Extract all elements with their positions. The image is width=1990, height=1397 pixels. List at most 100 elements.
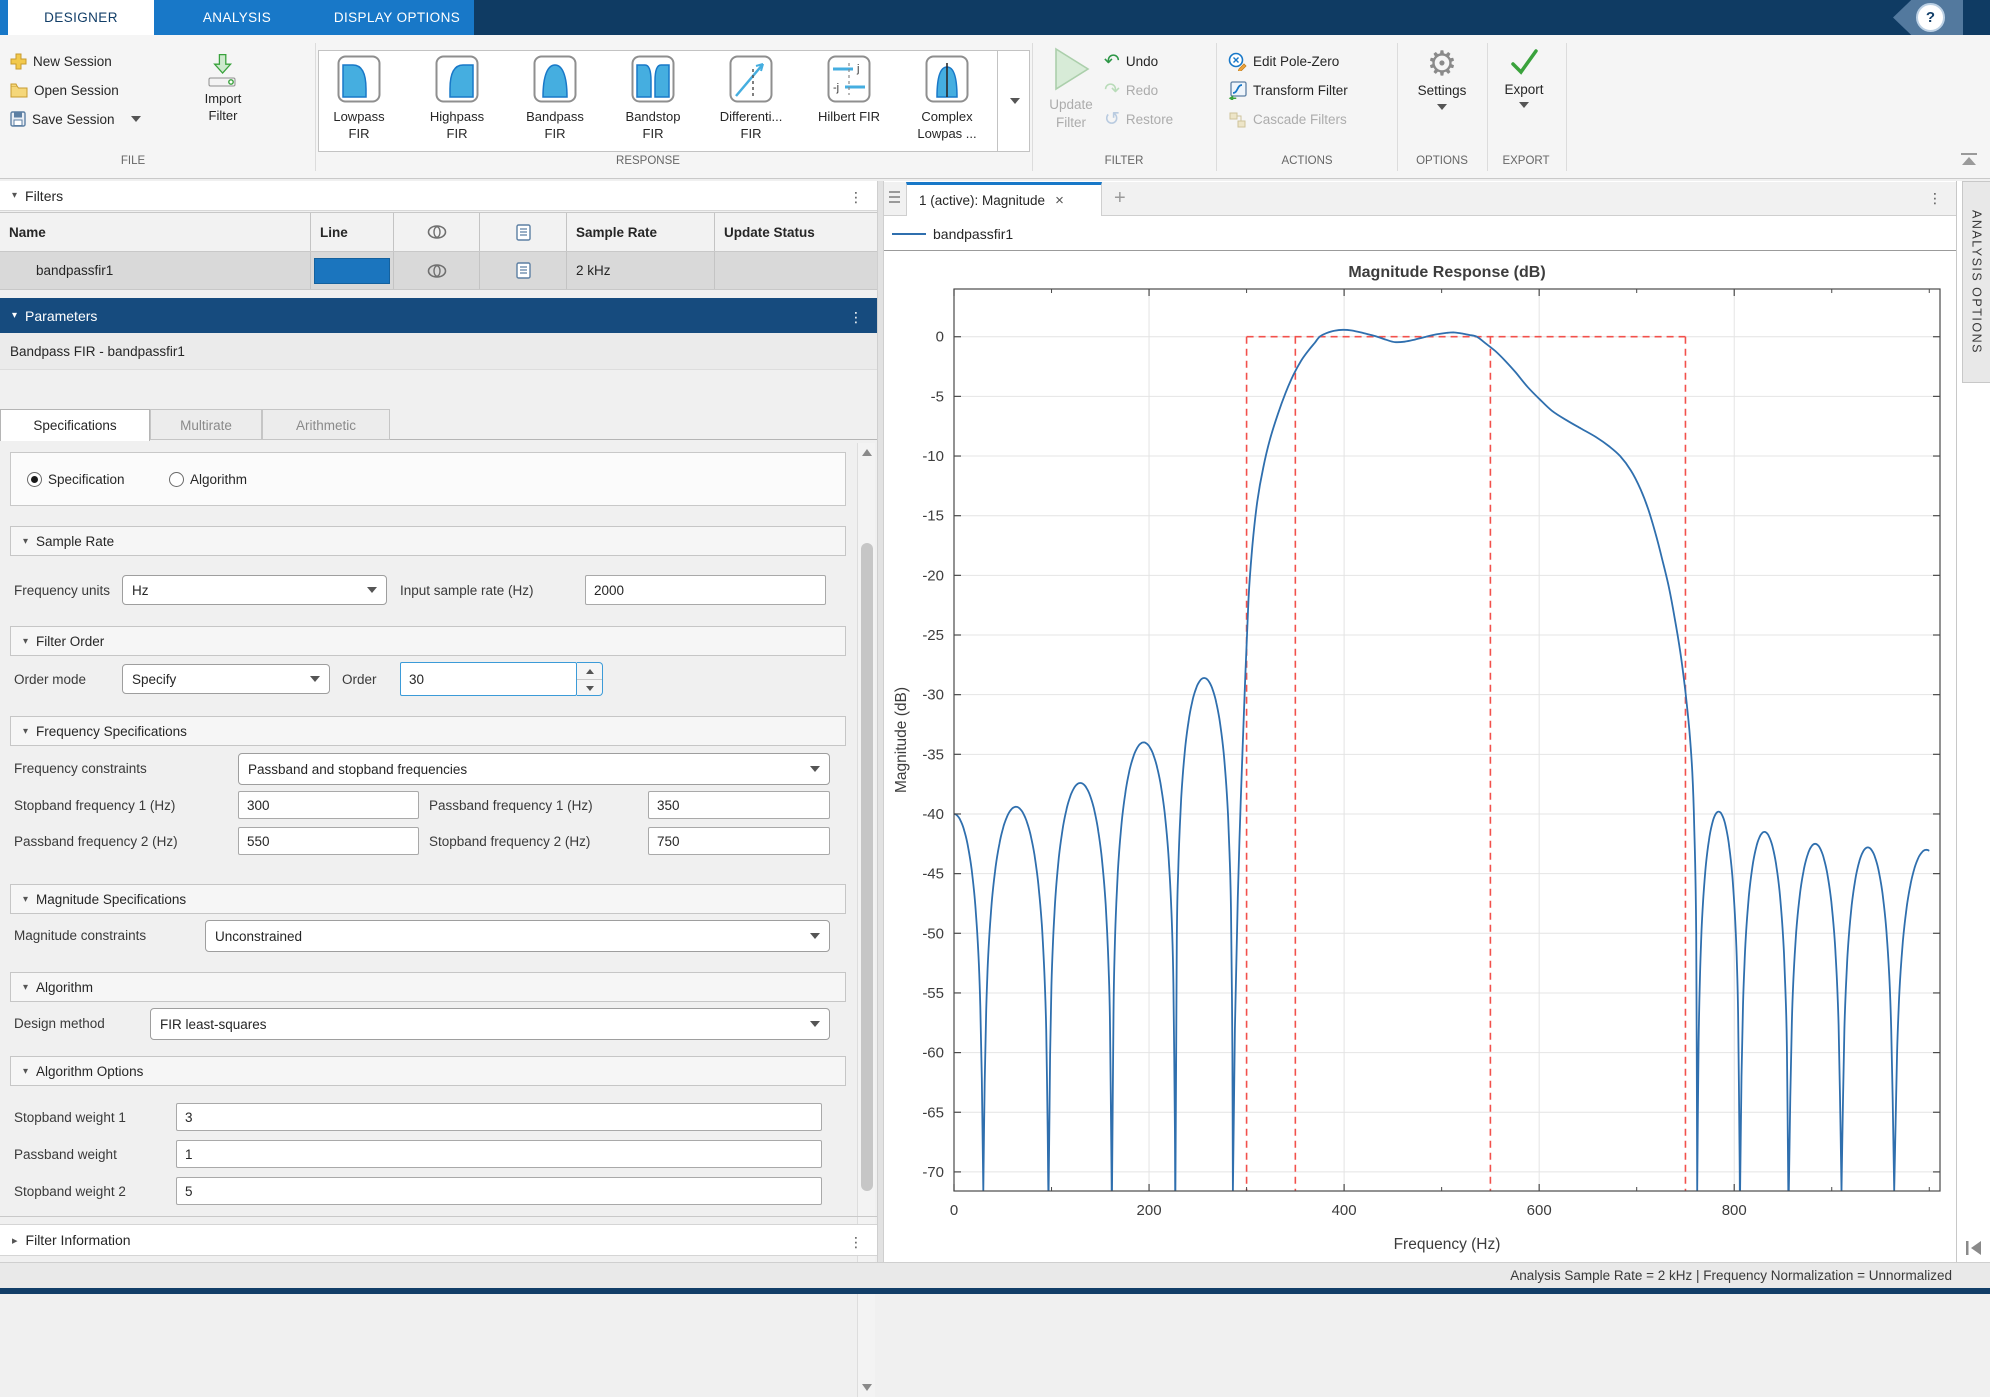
col-sample-rate[interactable]: Sample Rate bbox=[567, 213, 715, 251]
line-color-cell[interactable] bbox=[311, 252, 394, 289]
transform-filter-button[interactable]: Transform Filter bbox=[1228, 80, 1348, 100]
response-bandstop-fir[interactable]: BandstopFIR bbox=[605, 55, 701, 142]
plot-legend[interactable]: bandpassfir1 bbox=[892, 219, 1013, 249]
radio-algorithm[interactable]: Algorithm bbox=[169, 453, 247, 505]
collapse-left-icon[interactable] bbox=[1964, 1239, 1984, 1257]
close-tab-icon[interactable]: × bbox=[1055, 192, 1064, 209]
magnitude-tab[interactable]: 1 (active): Magnitude × bbox=[906, 182, 1102, 216]
collapse-icon: ▾ bbox=[23, 636, 28, 647]
scrollbar-thumb[interactable] bbox=[861, 543, 873, 1191]
svg-text:-65: -65 bbox=[922, 1104, 944, 1121]
tab-display-options[interactable]: DISPLAY OPTIONS bbox=[320, 0, 474, 35]
section-sample-rate[interactable]: ▾ Sample Rate bbox=[10, 526, 846, 556]
stepper-up-button[interactable] bbox=[577, 663, 602, 680]
filter-information-bar[interactable]: ▸ Filter Information ⋮ bbox=[0, 1224, 877, 1256]
radio-specification-icon[interactable] bbox=[27, 472, 42, 487]
parameters-menu-button[interactable]: ⋮ bbox=[849, 313, 859, 318]
stopband2-field[interactable]: 750 bbox=[648, 827, 830, 855]
export-button[interactable]: Export bbox=[1492, 45, 1556, 108]
response-highpass-fir[interactable]: HighpassFIR bbox=[409, 55, 505, 142]
up-arrow-icon bbox=[586, 669, 594, 674]
stopband-weight2-field[interactable]: 5 bbox=[176, 1177, 822, 1205]
collapse-ribbon-button[interactable] bbox=[1958, 153, 1980, 165]
response-complex-lowpass[interactable]: ComplexLowpas ... bbox=[899, 55, 995, 142]
cascade-filters-button[interactable]: Cascade Filters bbox=[1228, 109, 1347, 129]
order-stepper[interactable] bbox=[577, 662, 603, 696]
order-field[interactable]: 30 bbox=[400, 662, 577, 696]
analysis-options-tab[interactable]: ANALYSIS OPTIONS bbox=[1962, 181, 1990, 383]
filters-menu-button[interactable]: ⋮ bbox=[849, 193, 859, 198]
settings-button[interactable]: ⚙ Settings bbox=[1405, 45, 1479, 110]
save-session-caret[interactable] bbox=[131, 116, 141, 122]
passband-weight-field[interactable]: 1 bbox=[176, 1140, 822, 1168]
response-bandpass-fir[interactable]: BandpassFIR bbox=[507, 55, 603, 142]
line-color-swatch[interactable] bbox=[314, 258, 390, 284]
section-frequency-specifications[interactable]: ▾ Frequency Specifications bbox=[10, 716, 846, 746]
input-sample-rate-field[interactable]: 2000 bbox=[585, 575, 826, 605]
col-line[interactable]: Line bbox=[311, 213, 394, 251]
scroll-down-icon[interactable] bbox=[862, 1384, 872, 1391]
response-hilbert-fir[interactable]: j-j Hilbert FIR bbox=[801, 55, 897, 125]
save-session-button[interactable]: Save Session bbox=[10, 109, 141, 129]
visibility-cell[interactable] bbox=[394, 252, 480, 289]
scroll-up-icon[interactable] bbox=[862, 449, 872, 456]
filters-panel-header[interactable]: ▾ Filters ⋮ bbox=[0, 181, 877, 211]
response-differentiator-fir[interactable]: Differenti...FIR bbox=[703, 55, 799, 142]
new-session-button[interactable]: New Session bbox=[10, 51, 112, 71]
filter-row-bandpassfir1[interactable]: bandpassfir1 2 kHz bbox=[0, 252, 877, 290]
expand-filter-information-icon[interactable]: ▸ bbox=[12, 1234, 18, 1247]
undo-button[interactable]: ↶ Undo bbox=[1104, 51, 1158, 71]
frequency-constraints-label: Frequency constraints bbox=[14, 753, 147, 783]
stopband1-field[interactable]: 300 bbox=[238, 791, 419, 819]
tab-analysis[interactable]: ANALYSIS bbox=[154, 0, 320, 35]
panel-grip-icon[interactable] bbox=[889, 191, 900, 203]
passband1-label: Passband frequency 1 (Hz) bbox=[429, 791, 593, 819]
tab-arithmetic[interactable]: Arithmetic bbox=[262, 409, 390, 440]
passband1-field[interactable]: 350 bbox=[648, 791, 830, 819]
response-curve[interactable] bbox=[954, 330, 1929, 1217]
update-filter-icon bbox=[1050, 45, 1092, 93]
collapse-parameters-icon[interactable]: ▾ bbox=[12, 310, 17, 321]
panel-splitter[interactable] bbox=[877, 181, 884, 1262]
parameters-tabbar: Specifications Multirate Arithmetic bbox=[0, 409, 877, 440]
add-view-button[interactable]: + bbox=[1114, 187, 1126, 210]
section-algorithm-options[interactable]: ▾ Algorithm Options bbox=[10, 1056, 846, 1086]
stepper-down-button[interactable] bbox=[577, 680, 602, 696]
tab-specifications[interactable]: Specifications bbox=[0, 409, 150, 441]
response-lowpass-fir[interactable]: LowpassFIR bbox=[311, 55, 407, 142]
tab-multirate[interactable]: Multirate bbox=[150, 409, 262, 440]
update-filter-button[interactable]: UpdateFilter bbox=[1044, 45, 1098, 132]
info-cell[interactable] bbox=[480, 252, 567, 289]
col-update-status[interactable]: Update Status bbox=[715, 213, 877, 251]
open-session-button[interactable]: Open Session bbox=[10, 80, 119, 100]
svg-text:800: 800 bbox=[1722, 1202, 1747, 1219]
section-filter-order[interactable]: ▾ Filter Order bbox=[10, 626, 846, 656]
col-visible[interactable] bbox=[394, 213, 480, 251]
import-filter-button[interactable]: ImportFilter bbox=[200, 53, 246, 124]
parameters-panel-header[interactable]: ▾ Parameters ⋮ bbox=[0, 298, 877, 333]
restore-button[interactable]: ↺ Restore bbox=[1104, 109, 1173, 129]
dropdown-caret bbox=[810, 933, 820, 939]
radio-algorithm-icon[interactable] bbox=[169, 472, 184, 487]
frequency-constraints-dropdown[interactable]: Passband and stopband frequencies bbox=[238, 753, 830, 785]
redo-button[interactable]: ↷ Redo bbox=[1104, 80, 1158, 100]
magnitude-response-chart[interactable]: 02004006008000-5-10-15-20-25-30-35-40-45… bbox=[884, 251, 1956, 1262]
response-gallery-expand[interactable] bbox=[997, 51, 1031, 151]
filter-information-menu[interactable]: ⋮ bbox=[849, 1238, 859, 1243]
frequency-units-dropdown[interactable]: Hz bbox=[122, 575, 387, 605]
section-magnitude-specifications[interactable]: ▾ Magnitude Specifications bbox=[10, 884, 846, 914]
col-info[interactable] bbox=[480, 213, 567, 251]
radio-specification[interactable]: Specification bbox=[27, 453, 125, 505]
col-name[interactable]: Name bbox=[0, 213, 311, 251]
order-mode-dropdown[interactable]: Specify bbox=[122, 664, 330, 694]
passband2-field[interactable]: 550 bbox=[238, 827, 419, 855]
stopband-weight1-field[interactable]: 3 bbox=[176, 1103, 822, 1131]
tab-designer[interactable]: DESIGNER bbox=[8, 0, 154, 35]
collapse-filters-icon[interactable]: ▾ bbox=[12, 190, 17, 201]
design-method-dropdown[interactable]: FIR least-squares bbox=[150, 1008, 830, 1040]
analysis-menu-button[interactable]: ⋮ bbox=[1928, 194, 1938, 199]
section-algorithm[interactable]: ▾ Algorithm bbox=[10, 972, 846, 1002]
edit-pole-zero-button[interactable]: Edit Pole-Zero bbox=[1228, 51, 1339, 71]
magnitude-constraints-dropdown[interactable]: Unconstrained bbox=[205, 920, 830, 952]
help-button[interactable]: ? bbox=[1916, 3, 1945, 32]
